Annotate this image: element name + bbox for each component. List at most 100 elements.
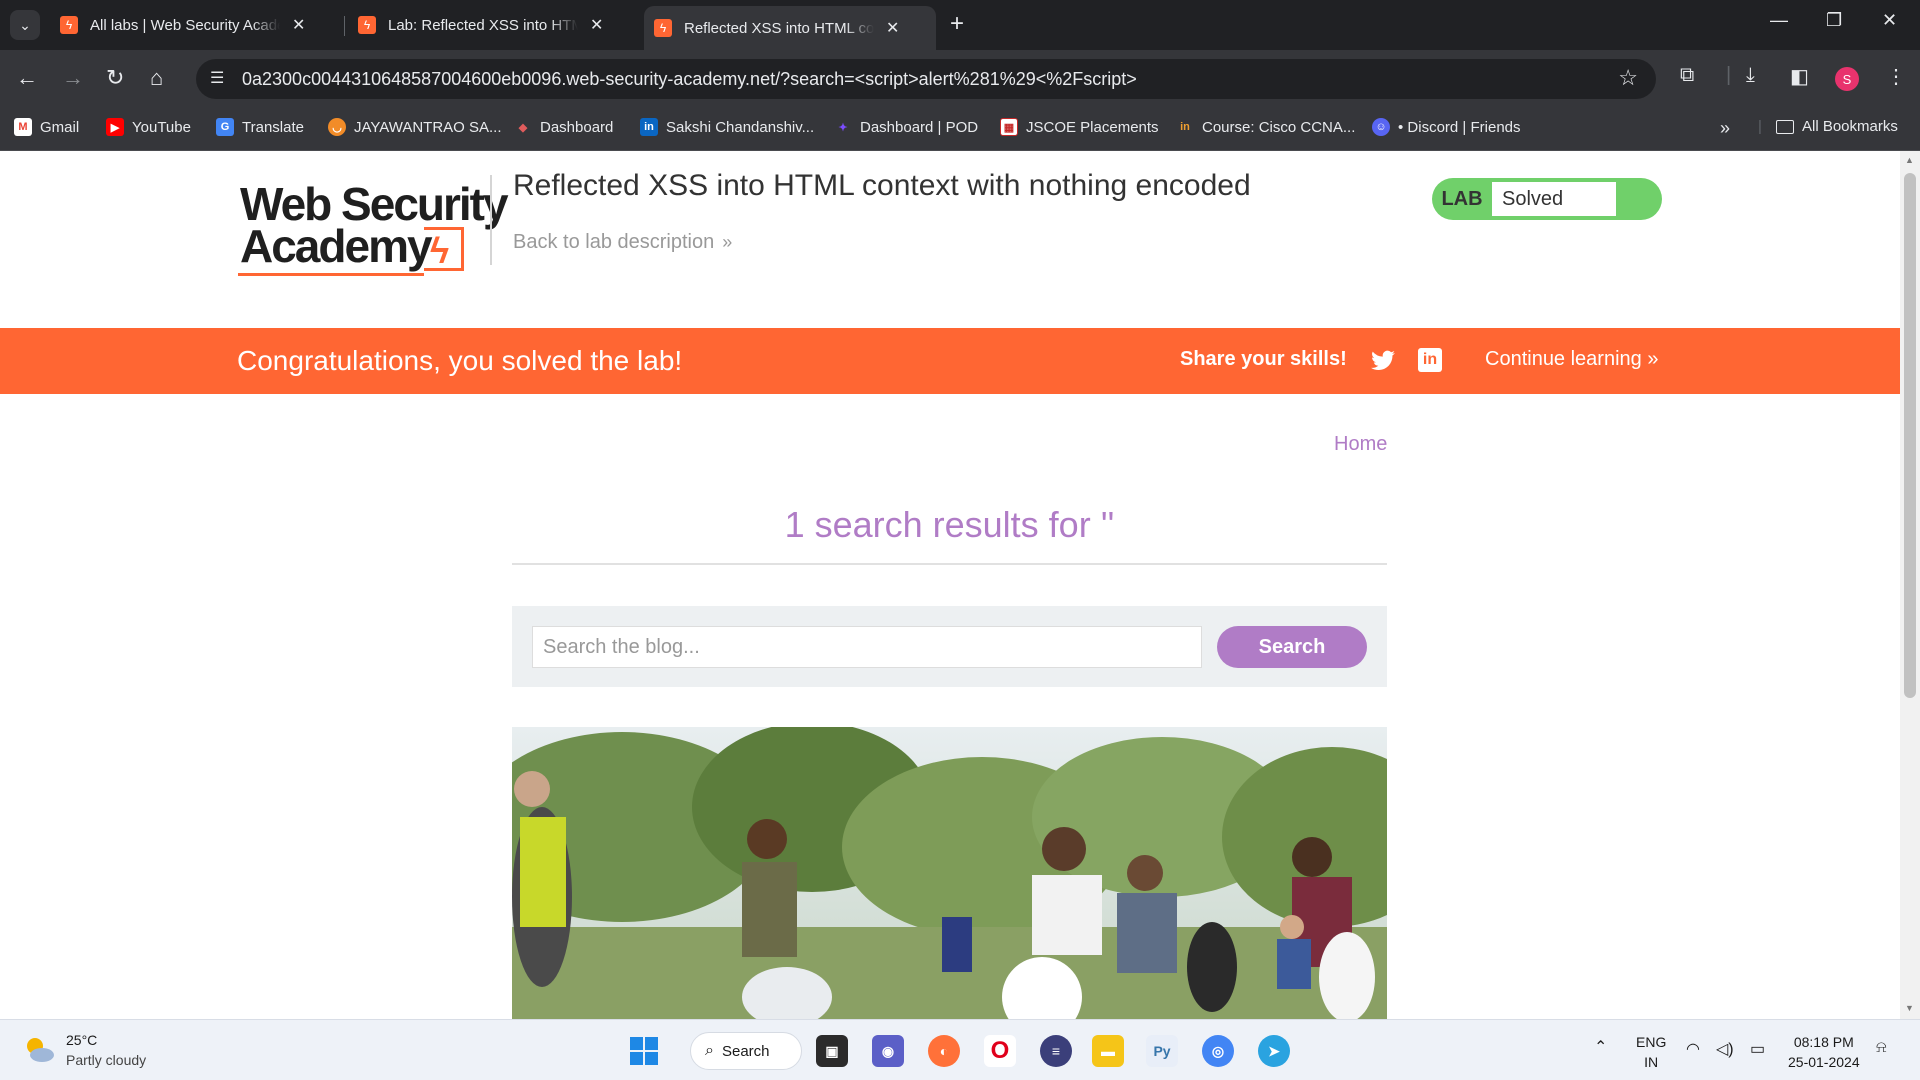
wifi-icon[interactable]: ◠ xyxy=(1686,1040,1700,1060)
youtube-icon: ▶ xyxy=(106,118,124,136)
bookmark-label: JAYAWANTRAO SA... xyxy=(354,118,502,136)
search-results-title: 1 search results for '' xyxy=(784,504,1115,545)
clock[interactable]: 08:18 PM 25-01-2024 xyxy=(1788,1032,1860,1072)
bookmark-label: Dashboard xyxy=(540,118,614,136)
telegram-icon[interactable]: ➤ xyxy=(1258,1035,1290,1067)
bookmark-jayawantrao[interactable]: ◡ JAYAWANTRAO SA... xyxy=(328,118,502,136)
close-tab-icon[interactable]: ✕ xyxy=(886,18,899,38)
jayawantrao-icon: ◡ xyxy=(328,118,346,136)
notifications-icon[interactable]: ⍾ xyxy=(1876,1038,1887,1058)
reload-icon[interactable]: ↻ xyxy=(106,64,124,92)
course-icon: in xyxy=(1180,121,1190,133)
page-scrollbar[interactable]: ▲ ▼ xyxy=(1900,151,1920,1019)
side-panel-icon[interactable]: ◧ xyxy=(1790,64,1809,89)
results-divider xyxy=(512,563,1387,565)
bookmark-cisco-ccna[interactable]: in Course: Cisco CCNA... xyxy=(1176,118,1355,136)
search-button[interactable]: Search xyxy=(1217,626,1367,668)
bookmark-dashboard-pod[interactable]: ✦ Dashboard | POD xyxy=(834,118,978,136)
bookmark-jscoe-placements[interactable]: ▦ JSCOE Placements xyxy=(1000,118,1159,136)
battery-icon[interactable]: ▭ xyxy=(1750,1040,1765,1060)
bookmark-label: Dashboard | POD xyxy=(860,118,979,136)
url-text[interactable]: 0a2300c0044310648587004600eb0096.web-sec… xyxy=(242,69,1137,90)
tab-title: All labs | Web Security Academy xyxy=(90,16,280,34)
blog-post-image[interactable] xyxy=(512,727,1387,1019)
scroll-up-icon[interactable]: ▲ xyxy=(1905,155,1914,165)
bookmark-linkedin-profile[interactable]: in Sakshi Chandanshiv... xyxy=(640,118,814,136)
lab-status-value: Solved xyxy=(1492,182,1616,216)
show-hidden-icons-icon[interactable]: ⌃ xyxy=(1594,1038,1607,1058)
taskbar-search-label: Search xyxy=(721,1042,770,1060)
search-icon: ⌕ xyxy=(705,1042,714,1059)
downloads-icon[interactable]: ⤓ xyxy=(1746,64,1755,87)
tab-search-button[interactable]: ⌄ xyxy=(10,10,40,40)
forward-icon[interactable]: → xyxy=(62,64,84,92)
back-icon[interactable]: ← xyxy=(16,64,38,92)
volume-icon[interactable]: ◁) xyxy=(1716,1040,1734,1060)
tab-lab-active[interactable]: ϟ Reflected XSS into HTML context with n… xyxy=(644,6,936,50)
close-tab-icon[interactable]: ✕ xyxy=(590,15,603,35)
lab-title: Reflected XSS into HTML context with not… xyxy=(513,169,1251,202)
translate-icon: G xyxy=(216,118,234,136)
region-code: IN xyxy=(1644,1054,1659,1070)
menu-icon[interactable]: ⋮ xyxy=(1886,64,1906,89)
discord-icon: ☺ xyxy=(1372,118,1390,136)
eclipse-icon[interactable]: ≡ xyxy=(1040,1035,1072,1067)
partly-cloudy-icon xyxy=(27,1038,54,1062)
bookmark-gmail[interactable]: M Gmail xyxy=(14,118,79,136)
twitter-icon[interactable] xyxy=(1370,348,1396,374)
home-icon[interactable]: ⌂ xyxy=(150,64,163,92)
placements-icon: ▦ xyxy=(1000,118,1018,136)
language-indicator[interactable]: ENG IN xyxy=(1636,1032,1666,1072)
share-skills-label: Share your skills! xyxy=(1180,348,1347,370)
meet-icon[interactable]: ◉ xyxy=(872,1035,904,1067)
new-tab-button[interactable]: + xyxy=(950,12,964,36)
task-view-icon[interactable]: ▣ xyxy=(816,1035,848,1067)
search-input[interactable]: Search the blog... xyxy=(532,626,1202,668)
language-code: ENG xyxy=(1636,1034,1667,1050)
taskbar-search[interactable]: ⌕ Search xyxy=(690,1032,802,1070)
more-bookmarks-icon[interactable]: » xyxy=(1720,118,1730,139)
all-bookmarks-button[interactable]: All Bookmarks xyxy=(1776,118,1898,135)
python-icon[interactable]: Py xyxy=(1146,1035,1178,1067)
clock-date: 25-01-2024 xyxy=(1788,1054,1860,1070)
close-tab-icon[interactable]: ✕ xyxy=(292,15,305,35)
site-info-icon[interactable]: ☰ xyxy=(210,68,224,88)
continue-learning-link[interactable]: Continue learning » xyxy=(1485,348,1658,371)
temperature: 25°C xyxy=(66,1032,98,1048)
lightning-bolt-icon: ϟ xyxy=(424,227,464,271)
back-to-lab-description-link[interactable]: Back to lab description » xyxy=(513,231,732,254)
bookmark-dashboard[interactable]: ◆ Dashboard xyxy=(514,118,614,136)
linkedin-share-icon[interactable]: in xyxy=(1418,348,1442,372)
bookmark-discord[interactable]: ☺ • Discord | Friends xyxy=(1372,118,1521,136)
chrome-icon[interactable]: ◎ xyxy=(1202,1035,1234,1067)
linkedin-icon: in xyxy=(640,118,658,136)
clock-time: 08:18 PM xyxy=(1793,1034,1854,1050)
back-link-label: Back to lab description xyxy=(513,231,715,253)
restore-icon[interactable]: ❐ xyxy=(1826,10,1842,31)
browser-toolbar: ← → ↻ ⌂ ☰ 0a2300c0044310648587004600eb00… xyxy=(0,50,1920,107)
close-window-icon[interactable]: ✕ xyxy=(1882,10,1897,31)
opera-icon[interactable]: O xyxy=(984,1035,1016,1067)
extensions-icon[interactable]: ⧉ xyxy=(1680,64,1694,87)
scroll-down-icon[interactable]: ▼ xyxy=(1905,1003,1914,1013)
bookmarks-divider: | xyxy=(1758,118,1762,135)
tab-lab-description[interactable]: ϟ Lab: Reflected XSS into HTML context w… xyxy=(348,8,638,42)
bookmark-translate[interactable]: G Translate xyxy=(216,118,304,136)
bookmark-star-icon[interactable]: ☆ xyxy=(1618,65,1638,91)
profile-avatar[interactable]: S xyxy=(1835,67,1859,91)
congratulations-message: Congratulations, you solved the lab! xyxy=(237,345,683,376)
scrollbar-thumb[interactable] xyxy=(1904,173,1916,698)
file-explorer-icon[interactable]: ▬ xyxy=(1092,1035,1124,1067)
windows-start-icon[interactable] xyxy=(628,1035,660,1067)
firefox-icon[interactable]: ◐ xyxy=(928,1035,960,1067)
tab-all-labs[interactable]: ϟ All labs | Web Security Academy ✕ xyxy=(50,8,340,42)
dashboard-icon: ◆ xyxy=(518,121,528,134)
home-link[interactable]: Home xyxy=(1334,433,1387,456)
minimize-icon[interactable]: — xyxy=(1770,10,1788,31)
weather-widget[interactable]: 25°C Partly cloudy xyxy=(22,1030,146,1070)
bookmark-label: • Discord | Friends xyxy=(1398,118,1521,136)
bookmarks-bar: M Gmail ▶ YouTube G Translate ◡ JAYAWANT… xyxy=(0,107,1920,151)
bookmark-youtube[interactable]: ▶ YouTube xyxy=(106,118,191,136)
address-bar[interactable]: ☰ 0a2300c0044310648587004600eb0096.web-s… xyxy=(196,59,1656,99)
pod-icon: ✦ xyxy=(838,121,848,134)
